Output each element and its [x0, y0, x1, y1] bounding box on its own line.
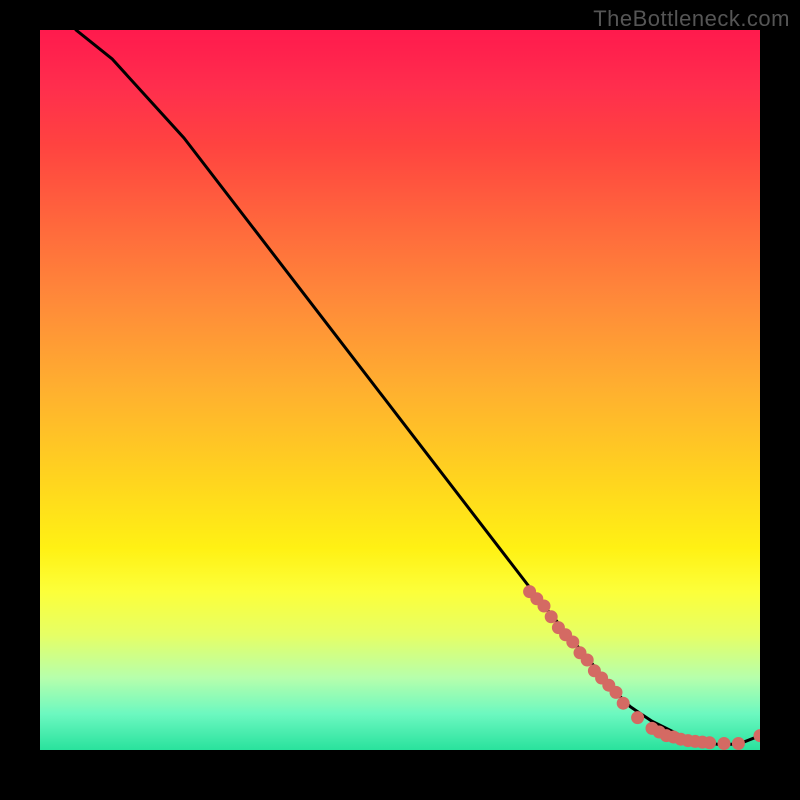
- data-point: [732, 738, 744, 750]
- data-point: [754, 730, 760, 742]
- data-point: [610, 686, 622, 698]
- data-point: [718, 738, 730, 750]
- data-point: [581, 654, 593, 666]
- data-point: [545, 611, 557, 623]
- data-point: [632, 712, 644, 724]
- data-point: [617, 697, 629, 709]
- data-point: [567, 636, 579, 648]
- watermark-text: TheBottleneck.com: [593, 6, 790, 32]
- bottleneck-curve: [76, 30, 760, 744]
- plot-area: [40, 30, 760, 750]
- chart-container: TheBottleneck.com: [0, 0, 800, 800]
- curve-layer: [76, 30, 760, 744]
- chart-svg: [40, 30, 760, 750]
- data-point: [704, 737, 716, 749]
- data-point: [538, 600, 550, 612]
- scatter-layer: [524, 586, 760, 750]
